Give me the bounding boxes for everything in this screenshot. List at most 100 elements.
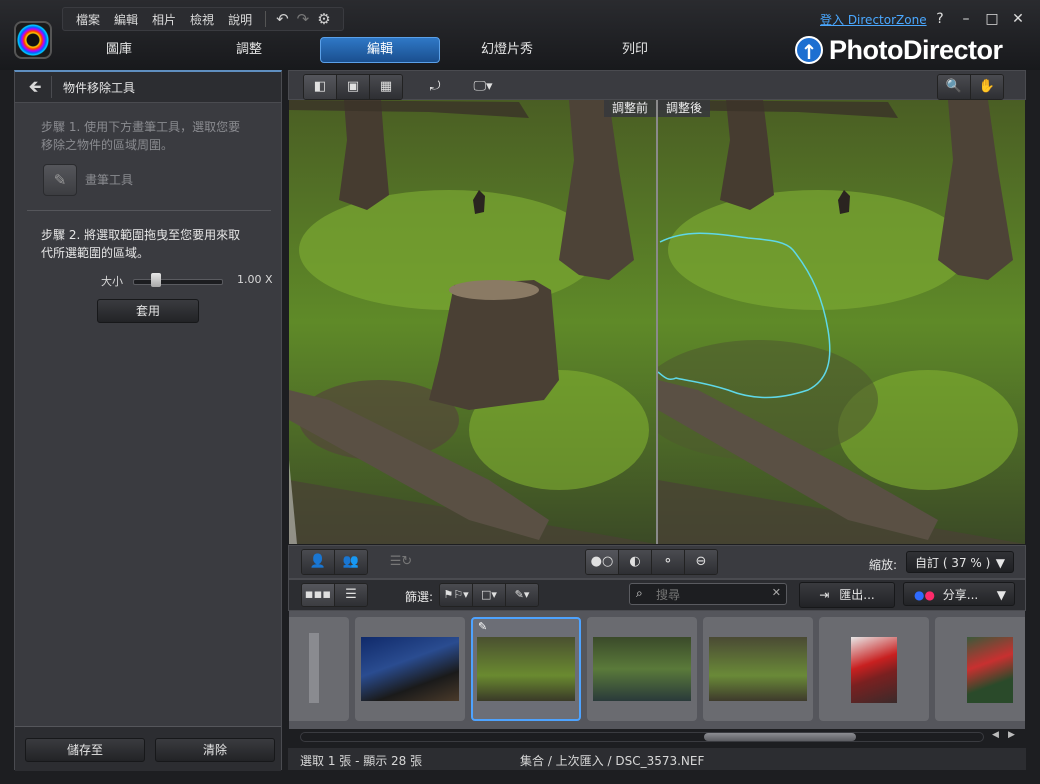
export-label: 匯出... [839,588,875,602]
panel-divider [27,210,271,211]
thumbnail-card-selected[interactable]: ✎ [471,617,581,721]
step2-line2: 代所選範圍的區域。 [41,246,150,260]
search-box[interactable]: ⌕ ✕ [629,583,787,605]
object-removal-panel: 🡸 物件移除工具 步驟 1. 使用下方畫筆工具，選取您要 移除之物件的區域周圍。… [14,70,282,771]
apply-button[interactable]: 套用 [97,299,199,323]
thumbnail-image [709,637,807,701]
search-input[interactable] [654,586,768,604]
gear-icon[interactable]: ⚙ [313,10,334,28]
tab-edit[interactable]: 編輯 [320,37,440,63]
thumbnail-image [593,637,691,701]
menu-help[interactable]: 說明 [221,11,259,28]
thumbnail-image [477,637,575,701]
step2-line1: 步驟 2. 將選取範圍拖曳至您要用來取 [41,228,241,242]
thumbnail-card[interactable] [935,617,1025,721]
navigation-group: 🔍 ✋ [937,74,1004,100]
thumbnail-image [967,637,1013,703]
thumbnail-card[interactable] [289,617,349,721]
vertical-compare-icon[interactable]: ⚬ [652,550,685,574]
brand-name: PhotoDirector [829,34,1003,65]
menu-edit[interactable]: 編輯 [107,11,145,28]
export-button[interactable]: ⇥ 匯出... [799,582,895,608]
menu-divider [265,11,267,27]
tab-slideshow[interactable]: 幻燈片秀 [448,37,566,63]
tab-print[interactable]: 列印 [576,37,694,63]
share-label: 分享... [942,588,979,602]
monitor-icon[interactable]: 🖵▾ [465,75,501,99]
filmstrip-scrollbar[interactable] [300,732,984,742]
clear-button[interactable]: 清除 [155,738,275,762]
edit-filter-icon[interactable]: ✎▾ [506,584,538,606]
half-compare-icon[interactable]: ◐ [619,550,652,574]
menu-photo[interactable]: 相片 [145,11,183,28]
viewer-toolbar: ◧ ▣ ▦ ⤾ 🖵▾ 🔍 ✋ [288,70,1026,100]
thumbnail-view-icon[interactable]: ▪▪▪ [302,584,335,606]
thumbnail-card[interactable] [819,617,929,721]
zoom-icon[interactable]: 🔍 [938,75,971,99]
hand-icon[interactable]: ✋ [971,75,1003,99]
clear-search-icon[interactable]: ✕ [772,586,781,599]
view-mode-group: ◧ ▣ ▦ [303,74,403,100]
scroll-right-icon[interactable]: ▶ [1008,730,1015,740]
filmstrip-toolbar: ▪▪▪ ☰ 篩選: ⚑⚐▾ □▾ ✎▾ ⌕ ✕ ⇥ 匯出... ●● 分享... … [288,579,1026,611]
rotate-icon[interactable]: ⤾ [419,75,451,99]
tab-library[interactable]: 圖庫 [60,37,178,63]
thumbnail-card[interactable] [587,617,697,721]
grid-view-icon[interactable]: ▦ [370,75,402,99]
share-button[interactable]: ●● 分享... ▼ [903,582,1015,606]
undo-icon[interactable]: ↶ [272,10,293,28]
size-slider[interactable] [133,279,223,285]
flag-filter-icon[interactable]: ⚑⚐▾ [440,584,473,606]
thumbnail-card[interactable] [703,617,813,721]
zoom-dropdown[interactable]: 自訂 ( 37 % ) ▼ [906,551,1014,573]
color-label-filter-icon[interactable]: □▾ [473,584,506,606]
menu-view[interactable]: 檢視 [183,11,221,28]
thumbnail-card[interactable] [355,617,465,721]
photo-viewer[interactable]: 調整前 調整後 [289,100,1025,544]
file-path: 集合 / 上次匯入 / DSC_3573.NEF [520,754,705,768]
before-photo: 調整前 [289,100,656,544]
login-link[interactable]: 登入 DirectorZone [820,11,927,28]
single-view-icon[interactable]: ▣ [337,75,370,99]
export-icon: ⇥ [819,588,830,602]
split-compare-icon[interactable]: ●○ [586,550,619,574]
size-slider-thumb[interactable] [151,273,161,287]
close-button[interactable]: ✕ [1007,8,1029,30]
chevron-down-icon: ▼ [995,556,1005,570]
after-photo-image [658,100,1025,544]
minimize-button[interactable]: – [955,8,977,30]
size-value: 1.00 X [237,273,273,286]
filmstrip-scrollbar-thumb[interactable] [704,733,856,741]
share-blue-dot-icon: ● [914,588,925,602]
stack-icon[interactable]: ☰↻ [385,550,417,574]
help-button[interactable]: ? [929,8,951,30]
filter-label: 篩選: [405,590,434,604]
menu-file[interactable]: 檔案 [69,11,107,28]
save-to-button[interactable]: 儲存至 [25,738,145,762]
tab-adjust[interactable]: 調整 [190,37,308,63]
selection-count: 選取 1 張 - 顯示 28 張 [300,754,423,768]
back-arrow-icon[interactable]: 🡸 [19,76,52,98]
before-after-view-icon[interactable]: ◧ [304,75,337,99]
face-tag-group: 👤 👥 [301,549,368,575]
viewer-bottom-toolbar: 👤 👥 ☰↻ ●○ ◐ ⚬ ⊖ 縮放: 自訂 ( 37 % ) ▼ [288,545,1026,579]
menu-bar: 檔案 編輯 相片 檢視 說明 ↶ ↷ ⚙ [62,7,344,31]
list-view-icon[interactable]: ☰ [335,584,367,606]
horizontal-compare-icon[interactable]: ⊖ [685,550,717,574]
step1-line2: 移除之物件的區域周圍。 [41,138,174,152]
redo-icon[interactable]: ↷ [293,10,314,28]
filmstrip[interactable]: ✎ [289,611,1025,729]
zoom-label: 縮放: [869,558,898,572]
filter-group: ⚑⚐▾ □▾ ✎▾ [439,583,539,607]
group-people-icon[interactable]: 👥 [335,550,367,574]
panel-header: 🡸 物件移除工具 [15,72,281,103]
thumbnail-image [309,633,319,703]
single-person-icon[interactable]: 👤 [302,550,335,574]
after-photo[interactable]: 調整後 [658,100,1025,544]
scroll-left-icon[interactable]: ◀ [992,730,999,740]
status-bar: 選取 1 張 - 顯示 28 張 集合 / 上次匯入 / DSC_3573.NE… [288,748,1026,770]
maximize-button[interactable]: □ [981,8,1003,30]
share-pink-dot-icon: ● [924,588,935,602]
after-label: 調整後 [658,100,711,117]
brush-tool-icon[interactable]: ✎ [43,164,77,196]
